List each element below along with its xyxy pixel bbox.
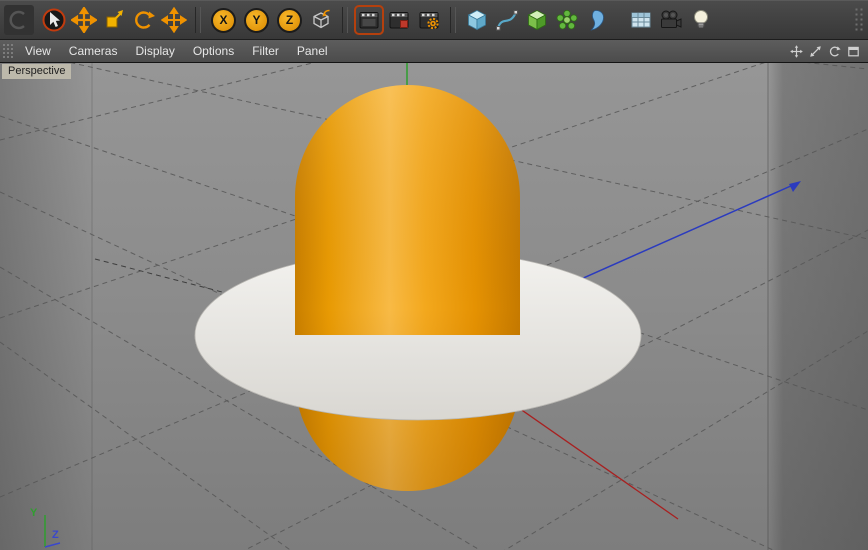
add-light-button[interactable]	[687, 6, 715, 34]
gizmo-y-label: Y	[30, 507, 38, 519]
live-selection-icon	[42, 8, 66, 32]
scene-browser-button[interactable]	[627, 6, 655, 34]
toolbar-grip[interactable]	[854, 7, 864, 33]
move-icon	[71, 7, 97, 33]
live-selection-button[interactable]	[40, 6, 68, 34]
rotate-icon	[135, 11, 155, 29]
menu-view[interactable]: View	[16, 42, 60, 60]
spline-icon	[496, 10, 518, 31]
scale-icon	[106, 10, 123, 28]
render-view-icon	[359, 12, 379, 29]
viewport-menubar: View Cameras Display Options Filter Pane…	[0, 40, 868, 63]
menu-panel[interactable]: Panel	[288, 42, 337, 60]
pan-view-icon[interactable]	[788, 43, 804, 59]
render-picture-viewer-button[interactable]	[385, 6, 413, 34]
move-axes-icon	[161, 7, 187, 33]
add-spline-button[interactable]	[493, 6, 521, 34]
menu-filter[interactable]: Filter	[243, 42, 288, 60]
cube-icon	[467, 10, 487, 31]
z-axis-lock-button[interactable]: Z	[277, 7, 302, 33]
zoom-view-icon[interactable]	[807, 43, 823, 59]
toggle-view-icon[interactable]	[845, 43, 861, 59]
toolbar-separator	[450, 7, 456, 33]
y-axis-lock-button[interactable]: Y	[244, 7, 269, 33]
render-picture-viewer-icon	[389, 12, 409, 29]
menubar-grip[interactable]	[2, 42, 13, 60]
add-generator-button[interactable]	[523, 6, 551, 34]
cinema4d-window: X Y Z View Cameras Display Options Filte…	[0, 0, 868, 550]
toolbar-separator	[342, 7, 348, 33]
render-view-button[interactable]	[354, 5, 384, 35]
c4d-logo-icon	[9, 10, 25, 30]
blue-comma-icon	[590, 10, 604, 31]
menu-cameras[interactable]: Cameras	[60, 42, 127, 60]
render-settings-icon	[419, 12, 439, 30]
light-bulb-icon	[694, 10, 708, 28]
gizmo-z-label: Z	[52, 529, 59, 541]
add-camera-button[interactable]	[657, 6, 685, 34]
modifier-flower-icon	[556, 9, 578, 30]
x-axis-lock-button[interactable]: X	[211, 7, 236, 33]
c4d-logo-button	[4, 5, 34, 35]
coordinate-system-button[interactable]	[307, 6, 335, 34]
menu-display[interactable]: Display	[126, 42, 183, 60]
camera-icon	[661, 10, 682, 28]
main-toolbar: X Y Z	[0, 0, 868, 40]
y-axis-label: Y	[252, 13, 261, 27]
toolbar-separator	[195, 7, 201, 33]
render-settings-button[interactable]	[415, 6, 443, 34]
scale-tool-button[interactable]	[100, 6, 128, 34]
table-grid-icon	[631, 12, 651, 28]
move-tool-button[interactable]	[70, 6, 98, 34]
green-cube-icon	[527, 10, 547, 31]
x-axis-label: X	[219, 13, 228, 27]
rotate-view-icon[interactable]	[826, 43, 842, 59]
add-primitive-cube-button[interactable]	[463, 6, 491, 34]
rotate-tool-button[interactable]	[130, 6, 158, 34]
add-modifier-button[interactable]	[553, 6, 581, 34]
menu-options[interactable]: Options	[184, 42, 243, 60]
camera-label[interactable]: Perspective	[2, 64, 72, 79]
coordinate-system-icon	[313, 9, 330, 29]
viewport-canvas[interactable]: Perspective Y Z	[0, 63, 868, 550]
z-axis-label: Z	[285, 13, 294, 27]
add-deformer-button[interactable]	[583, 6, 611, 34]
scene-svg	[0, 63, 868, 550]
move-axes-tool-button[interactable]	[160, 6, 188, 34]
capsule-object[interactable]	[295, 85, 520, 491]
